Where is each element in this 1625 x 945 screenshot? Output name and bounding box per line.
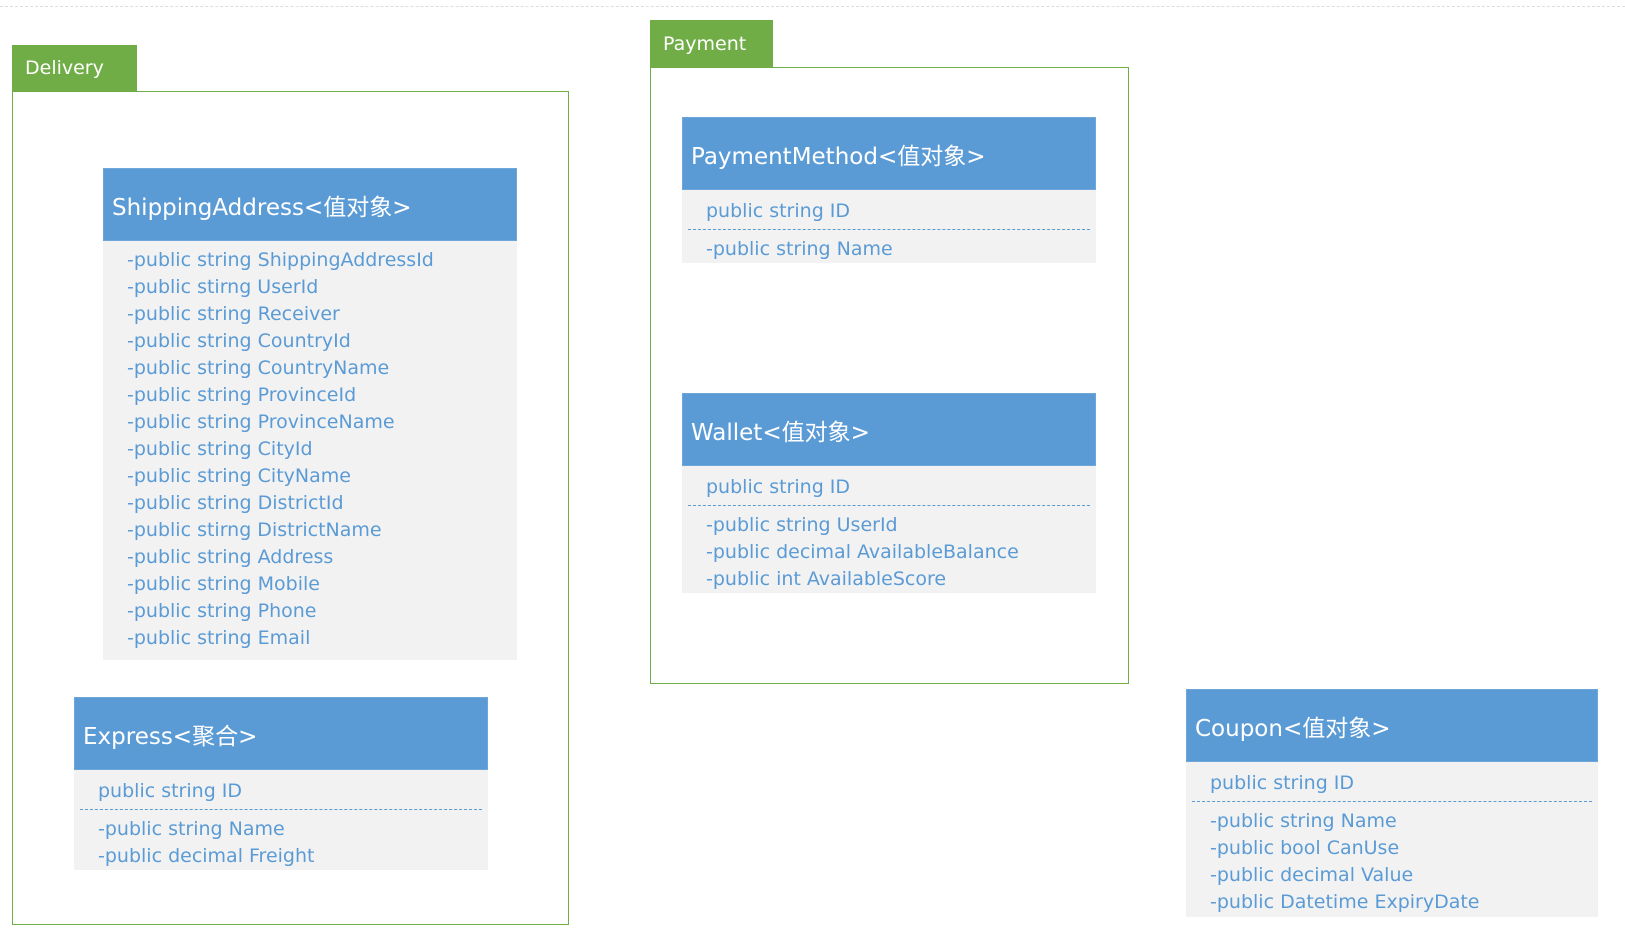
attribute: -public stirng UserId bbox=[127, 276, 319, 298]
id-attribute: public string ID bbox=[98, 780, 243, 802]
attribute: -public string Name bbox=[706, 238, 893, 260]
attribute: -public string Mobile bbox=[127, 573, 320, 595]
attribute: -public string UserId bbox=[706, 514, 898, 536]
class-header: ShippingAddress<值对象> bbox=[103, 168, 517, 241]
attribute: -public decimal Value bbox=[1210, 864, 1414, 886]
attribute: -public string DistrictId bbox=[127, 492, 344, 514]
attribute: -public string CityId bbox=[127, 438, 313, 460]
attribute: -public string CityName bbox=[127, 465, 351, 487]
attribute: -public decimal Freight bbox=[98, 845, 315, 867]
attribute: -public string CountryId bbox=[127, 330, 351, 352]
attribute: -public string ShippingAddressId bbox=[127, 249, 434, 271]
attribute: -public bool CanUse bbox=[1210, 837, 1400, 859]
class-header: PaymentMethod<值对象> bbox=[682, 117, 1096, 190]
id-attribute: public string ID bbox=[706, 200, 851, 222]
attribute: -public string Receiver bbox=[127, 303, 340, 325]
attribute: -public string Name bbox=[1210, 810, 1397, 832]
class-payment-method[interactable]: PaymentMethod<值对象> public string ID -pub… bbox=[682, 117, 1096, 263]
class-wallet[interactable]: Wallet<值对象> public string ID -public str… bbox=[682, 393, 1096, 593]
class-header: Express<聚合> bbox=[74, 697, 488, 770]
attribute: -public string CountryName bbox=[127, 357, 390, 379]
attribute-list: -public string Name -public decimal Freig… bbox=[74, 810, 488, 870]
attribute: -public decimal AvailableBalance bbox=[706, 541, 1019, 563]
attribute: -public stirng DistrictName bbox=[127, 519, 382, 541]
top-divider bbox=[0, 6, 1625, 7]
group-label: Delivery bbox=[25, 57, 104, 79]
attribute: -public string ProvinceName bbox=[127, 411, 395, 433]
group-label: Payment bbox=[663, 32, 747, 55]
group-tab-payment: Payment bbox=[650, 20, 773, 67]
class-shipping-address[interactable]: ShippingAddress<值对象> -public string Ship… bbox=[103, 168, 517, 660]
id-attribute: public string ID bbox=[706, 476, 851, 498]
attribute: -public string Email bbox=[127, 627, 311, 649]
attribute-list: -public string ShippingAddressId -public … bbox=[103, 241, 517, 652]
class-express[interactable]: Express<聚合> public string ID -public str… bbox=[74, 697, 488, 870]
attribute: -public string Name bbox=[98, 818, 285, 840]
attribute: -public string Phone bbox=[127, 600, 317, 622]
attribute-list: -public string Name -public bool CanUse -p… bbox=[1186, 802, 1598, 916]
attribute: -public Datetime ExpiryDate bbox=[1210, 891, 1480, 913]
class-header: Wallet<值对象> bbox=[682, 393, 1096, 466]
attribute: -public int AvailableScore bbox=[706, 568, 947, 590]
attribute: -public string ProvinceId bbox=[127, 384, 357, 406]
class-coupon[interactable]: Coupon<值对象> public string ID -public str… bbox=[1186, 689, 1598, 917]
attribute-list: -public string Name bbox=[682, 230, 1096, 263]
attribute-list: -public string UserId -public decimal Ava… bbox=[682, 506, 1096, 593]
id-attribute: public string ID bbox=[1210, 772, 1355, 794]
attribute: -public string Address bbox=[127, 546, 334, 568]
class-header: Coupon<值对象> bbox=[1186, 689, 1598, 762]
group-tab-delivery: Delivery bbox=[12, 45, 137, 91]
